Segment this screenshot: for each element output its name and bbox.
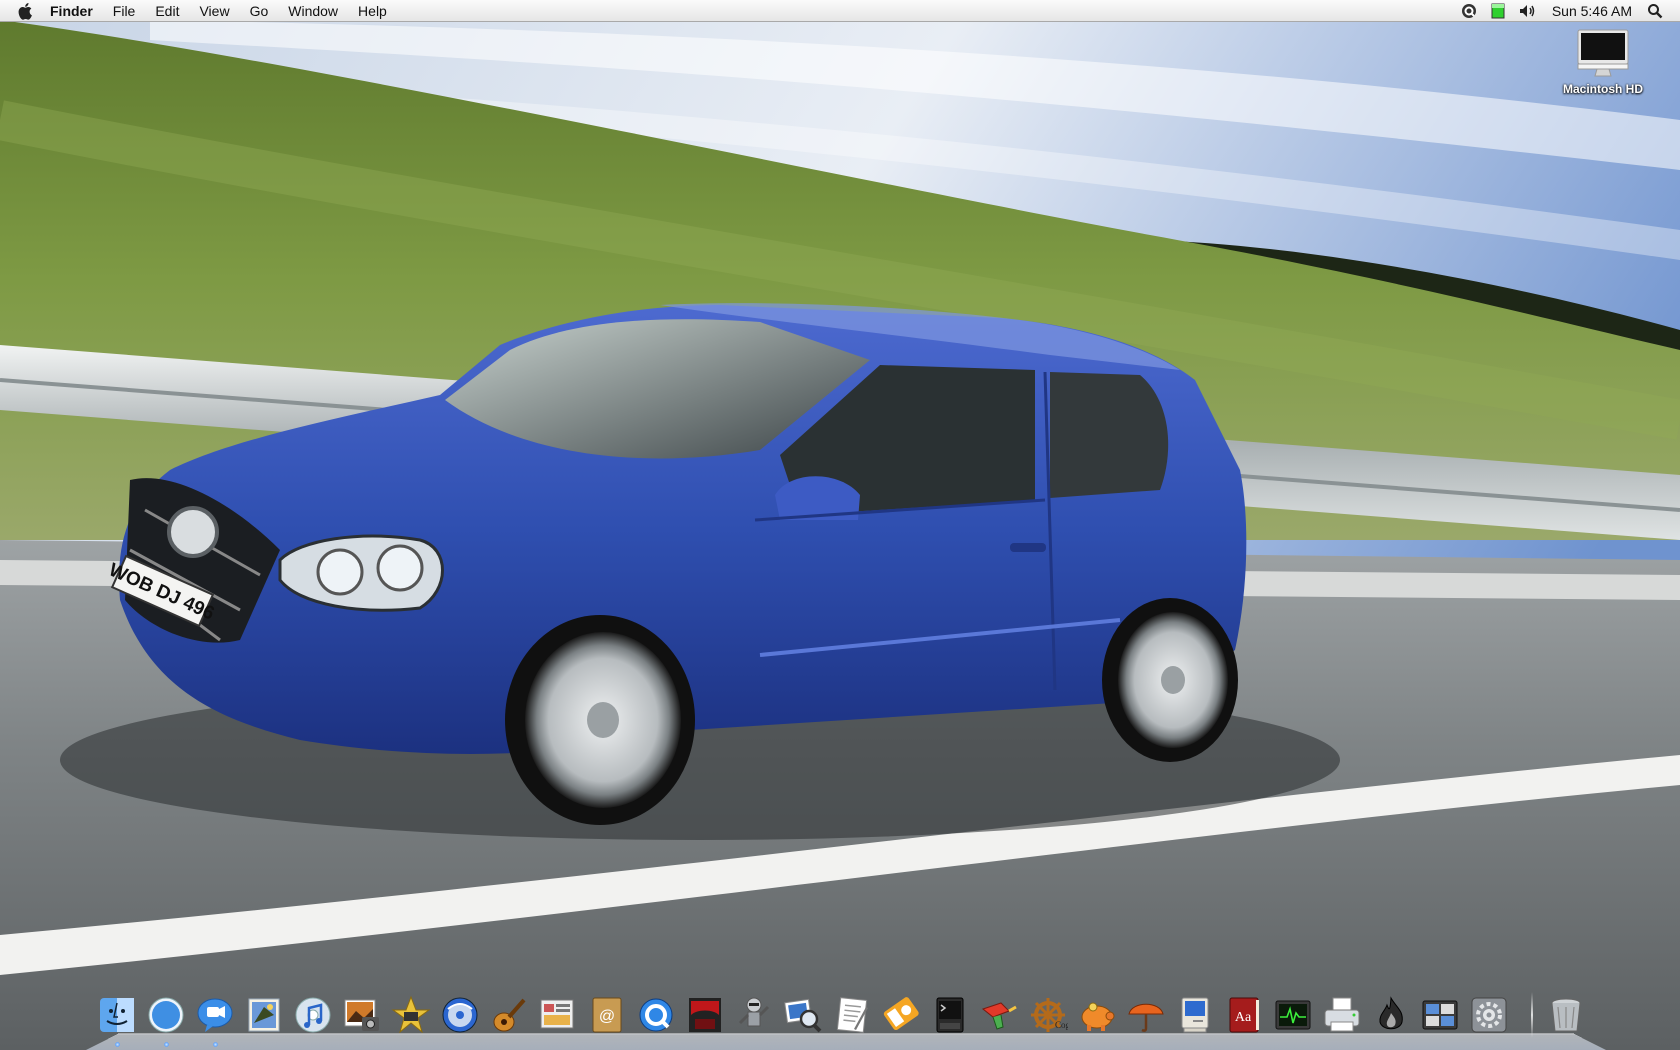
piggy-bank-icon xyxy=(1081,1002,1115,1031)
running-indicator xyxy=(115,1042,120,1047)
dock-item-umbrella[interactable] xyxy=(1123,992,1169,1038)
dock-item-iphoto[interactable] xyxy=(339,992,385,1038)
dock-item-iweb[interactable] xyxy=(535,992,581,1038)
desktop-wallpaper: WOB DJ 496 xyxy=(0,0,1680,1050)
dock-item-cog[interactable]: Cog xyxy=(1025,992,1071,1038)
volume-icon xyxy=(1519,4,1535,17)
ipod-icon xyxy=(883,997,919,1031)
dock-item-itunes[interactable] xyxy=(290,992,336,1038)
terminal-icon xyxy=(936,997,964,1033)
preview-icon xyxy=(784,998,822,1033)
quicksilver-menu[interactable] xyxy=(1461,0,1477,22)
safari-icon xyxy=(148,997,184,1033)
imovie-icon xyxy=(391,995,431,1034)
trash-icon xyxy=(1551,998,1581,1032)
garageband-icon xyxy=(493,998,526,1032)
finder-icon xyxy=(100,998,134,1032)
spotlight-button[interactable] xyxy=(1647,0,1663,22)
dock-item-printer[interactable] xyxy=(1319,992,1365,1038)
svg-text:Cog: Cog xyxy=(1055,1020,1068,1030)
dashboard-icon xyxy=(1422,1000,1458,1030)
dock-item-address-book[interactable]: @ xyxy=(584,992,630,1038)
menu-view[interactable]: View xyxy=(189,0,239,22)
dock-item-system-preferences[interactable] xyxy=(1466,992,1512,1038)
dock-item-trash[interactable] xyxy=(1543,992,1589,1038)
iphoto-icon xyxy=(344,999,379,1031)
quicksilver-icon xyxy=(1461,3,1476,18)
menu-window[interactable]: Window xyxy=(278,0,348,22)
burn-icon xyxy=(1379,996,1403,1030)
menu-go[interactable]: Go xyxy=(240,0,279,22)
umbrella-icon xyxy=(1128,1003,1164,1032)
dictionary-icon: Aa xyxy=(1229,997,1259,1033)
desktop-icon-label: Macintosh HD xyxy=(1562,82,1643,96)
dock-item-imovie[interactable] xyxy=(388,992,434,1038)
dock-item-terminal[interactable] xyxy=(927,992,973,1038)
dock-item-dashboard[interactable] xyxy=(1417,992,1463,1038)
menu-finder[interactable]: Finder xyxy=(40,0,103,22)
dock-item-idvd[interactable] xyxy=(437,992,483,1038)
menu-bar: Finder File Edit View Go Window Help Sun… xyxy=(0,0,1680,22)
volume-menu[interactable] xyxy=(1519,0,1537,22)
dock-item-preview[interactable] xyxy=(780,992,826,1038)
dock-item-textedit[interactable] xyxy=(829,992,875,1038)
dock-item-ipod[interactable] xyxy=(878,992,924,1038)
dock-separator xyxy=(1531,992,1533,1038)
svg-text:@: @ xyxy=(599,1008,615,1025)
dock-item-front-row[interactable] xyxy=(682,992,728,1038)
menu-clock[interactable]: Sun 5:46 AM xyxy=(1544,3,1640,19)
battery-menu[interactable] xyxy=(1491,0,1505,22)
dock: @ Cog Aa xyxy=(86,986,1606,1050)
desktop-icon-macintosh-hd[interactable]: Macintosh HD xyxy=(1548,28,1658,96)
address-book-icon: @ xyxy=(592,997,622,1033)
idvd-icon xyxy=(442,997,478,1033)
dock-item-finder[interactable] xyxy=(94,992,140,1047)
raygun-icon xyxy=(981,1002,1017,1030)
dock-item-activity-monitor[interactable] xyxy=(1270,992,1316,1038)
running-indicator xyxy=(164,1042,169,1047)
wallpaper-image: WOB DJ 496 xyxy=(0,0,1680,1050)
menu-extras: Sun 5:46 AM xyxy=(1454,0,1680,22)
mail-icon xyxy=(248,998,280,1032)
dock-item-piggy-bank[interactable] xyxy=(1074,992,1120,1038)
automator-icon xyxy=(738,997,770,1027)
dock-item-mail[interactable] xyxy=(241,992,287,1038)
menu-help[interactable]: Help xyxy=(348,0,397,22)
spotlight-icon xyxy=(1648,3,1663,18)
dock-item-dictionary[interactable]: Aa xyxy=(1221,992,1267,1038)
printer-icon xyxy=(1324,997,1360,1032)
dictionary-label: Aa xyxy=(1235,1010,1252,1025)
iweb-icon xyxy=(540,999,574,1029)
activity-monitor-icon xyxy=(1275,1000,1311,1030)
dock-item-quicktime[interactable] xyxy=(633,992,679,1038)
dock-item-safari[interactable] xyxy=(143,992,189,1047)
menu-file[interactable]: File xyxy=(103,0,146,22)
classic-mac-icon xyxy=(1181,997,1209,1033)
battery-icon xyxy=(1491,3,1505,18)
imac-drive-icon xyxy=(1577,29,1629,77)
quicktime-icon xyxy=(639,998,673,1032)
textedit-icon xyxy=(836,997,868,1033)
front-row-icon xyxy=(689,998,721,1032)
dock-item-classic-mac[interactable] xyxy=(1172,992,1218,1038)
apple-logo-icon xyxy=(18,2,32,20)
menu-edit[interactable]: Edit xyxy=(145,0,189,22)
cog-icon: Cog xyxy=(1031,998,1068,1032)
itunes-icon xyxy=(295,997,331,1033)
dock-items: @ Cog Aa xyxy=(94,986,1589,1047)
running-indicator xyxy=(213,1042,218,1047)
dock-item-garageband[interactable] xyxy=(486,992,532,1038)
dock-item-automator[interactable] xyxy=(731,992,777,1038)
dock-item-raygun[interactable] xyxy=(976,992,1022,1038)
ichat-icon xyxy=(197,998,233,1032)
apple-menu-button[interactable] xyxy=(12,0,40,22)
dock-item-burn[interactable] xyxy=(1368,992,1414,1038)
system-preferences-icon xyxy=(1471,997,1507,1033)
dock-item-ichat[interactable] xyxy=(192,992,238,1047)
